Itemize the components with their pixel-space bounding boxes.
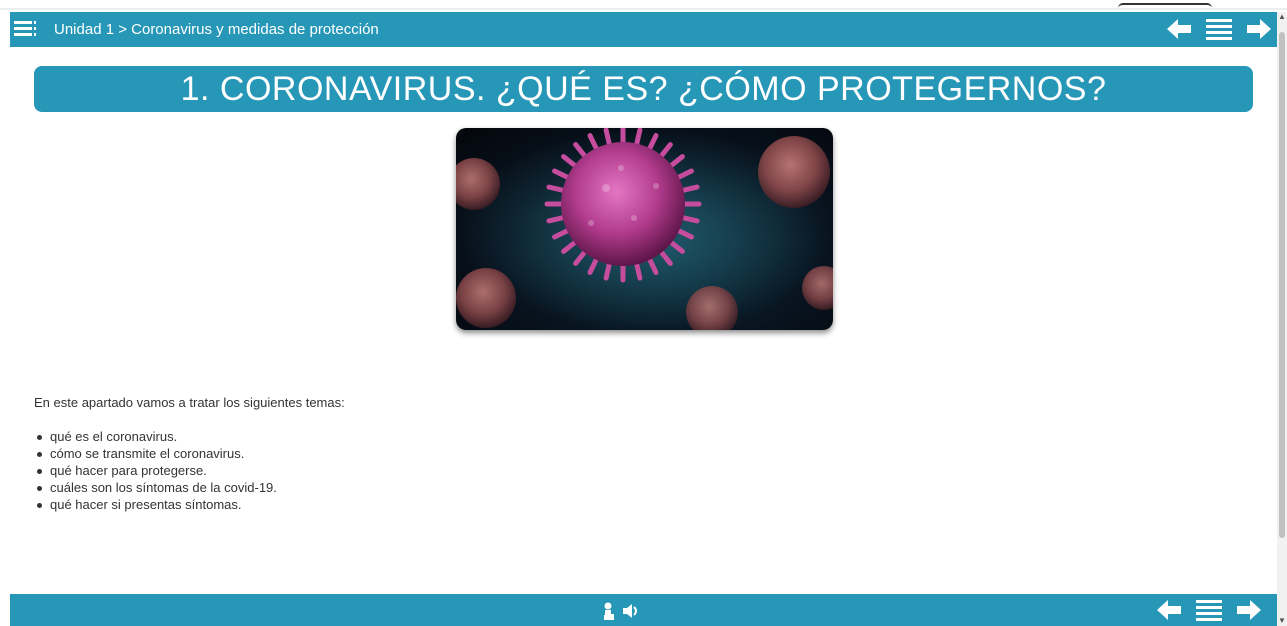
index-button[interactable] [1202, 15, 1236, 43]
next-page-button[interactable] [1242, 15, 1276, 43]
topics-list: qué es el coronavirus. cómo se transmite… [34, 428, 934, 513]
scroll-up-icon[interactable]: ▲ [1277, 12, 1287, 22]
hamburger-menu-icon[interactable] [14, 21, 36, 37]
speaker-icon[interactable] [622, 603, 640, 619]
top-divider [0, 8, 1287, 10]
top-navigation-bar: Unidad 1 > Coronavirus y medidas de prot… [10, 12, 1277, 47]
scrollbar-thumb[interactable] [1279, 32, 1285, 538]
index-list-icon [1206, 19, 1232, 40]
section-title-bar: 1. CORONAVIRUS. ¿QUÉ ES? ¿CÓMO PROTEGERN… [34, 66, 1253, 112]
arrow-left-icon [1167, 19, 1191, 39]
arrow-right-icon [1247, 19, 1271, 39]
previous-page-button[interactable] [1152, 596, 1186, 624]
accessibility-controls [600, 602, 640, 620]
next-page-button[interactable] [1232, 596, 1266, 624]
arrow-right-icon [1237, 600, 1261, 620]
index-button[interactable] [1192, 596, 1226, 624]
index-list-icon [1196, 600, 1222, 621]
list-item: qué es el coronavirus. [34, 428, 934, 445]
top-nav-buttons [1162, 15, 1276, 43]
previous-page-button[interactable] [1162, 15, 1196, 43]
touch-icon[interactable] [600, 602, 616, 620]
coronavirus-image [456, 128, 833, 330]
scroll-down-icon[interactable]: ▼ [1277, 616, 1287, 626]
breadcrumb: Unidad 1 > Coronavirus y medidas de prot… [54, 21, 379, 38]
arrow-left-icon [1157, 600, 1181, 620]
content-area: En este apartado vamos a tratar los sigu… [34, 395, 934, 513]
browser-top-strip [0, 0, 1287, 10]
intro-text: En este apartado vamos a tratar los sigu… [34, 395, 345, 410]
list-item: qué hacer si presentas síntomas. [34, 496, 934, 513]
list-item: qué hacer para protegerse. [34, 462, 934, 479]
bottom-nav-buttons [1152, 596, 1266, 624]
page-title: 1. CORONAVIRUS. ¿QUÉ ES? ¿CÓMO PROTEGERN… [180, 69, 1107, 108]
list-item: cómo se transmite el coronavirus. [34, 445, 934, 462]
vertical-scrollbar[interactable]: ▲ ▼ [1277, 12, 1287, 626]
browser-tab-edge [1118, 3, 1212, 8]
list-item: cuáles son los síntomas de la covid-19. [34, 479, 934, 496]
bottom-navigation-bar [10, 594, 1277, 626]
